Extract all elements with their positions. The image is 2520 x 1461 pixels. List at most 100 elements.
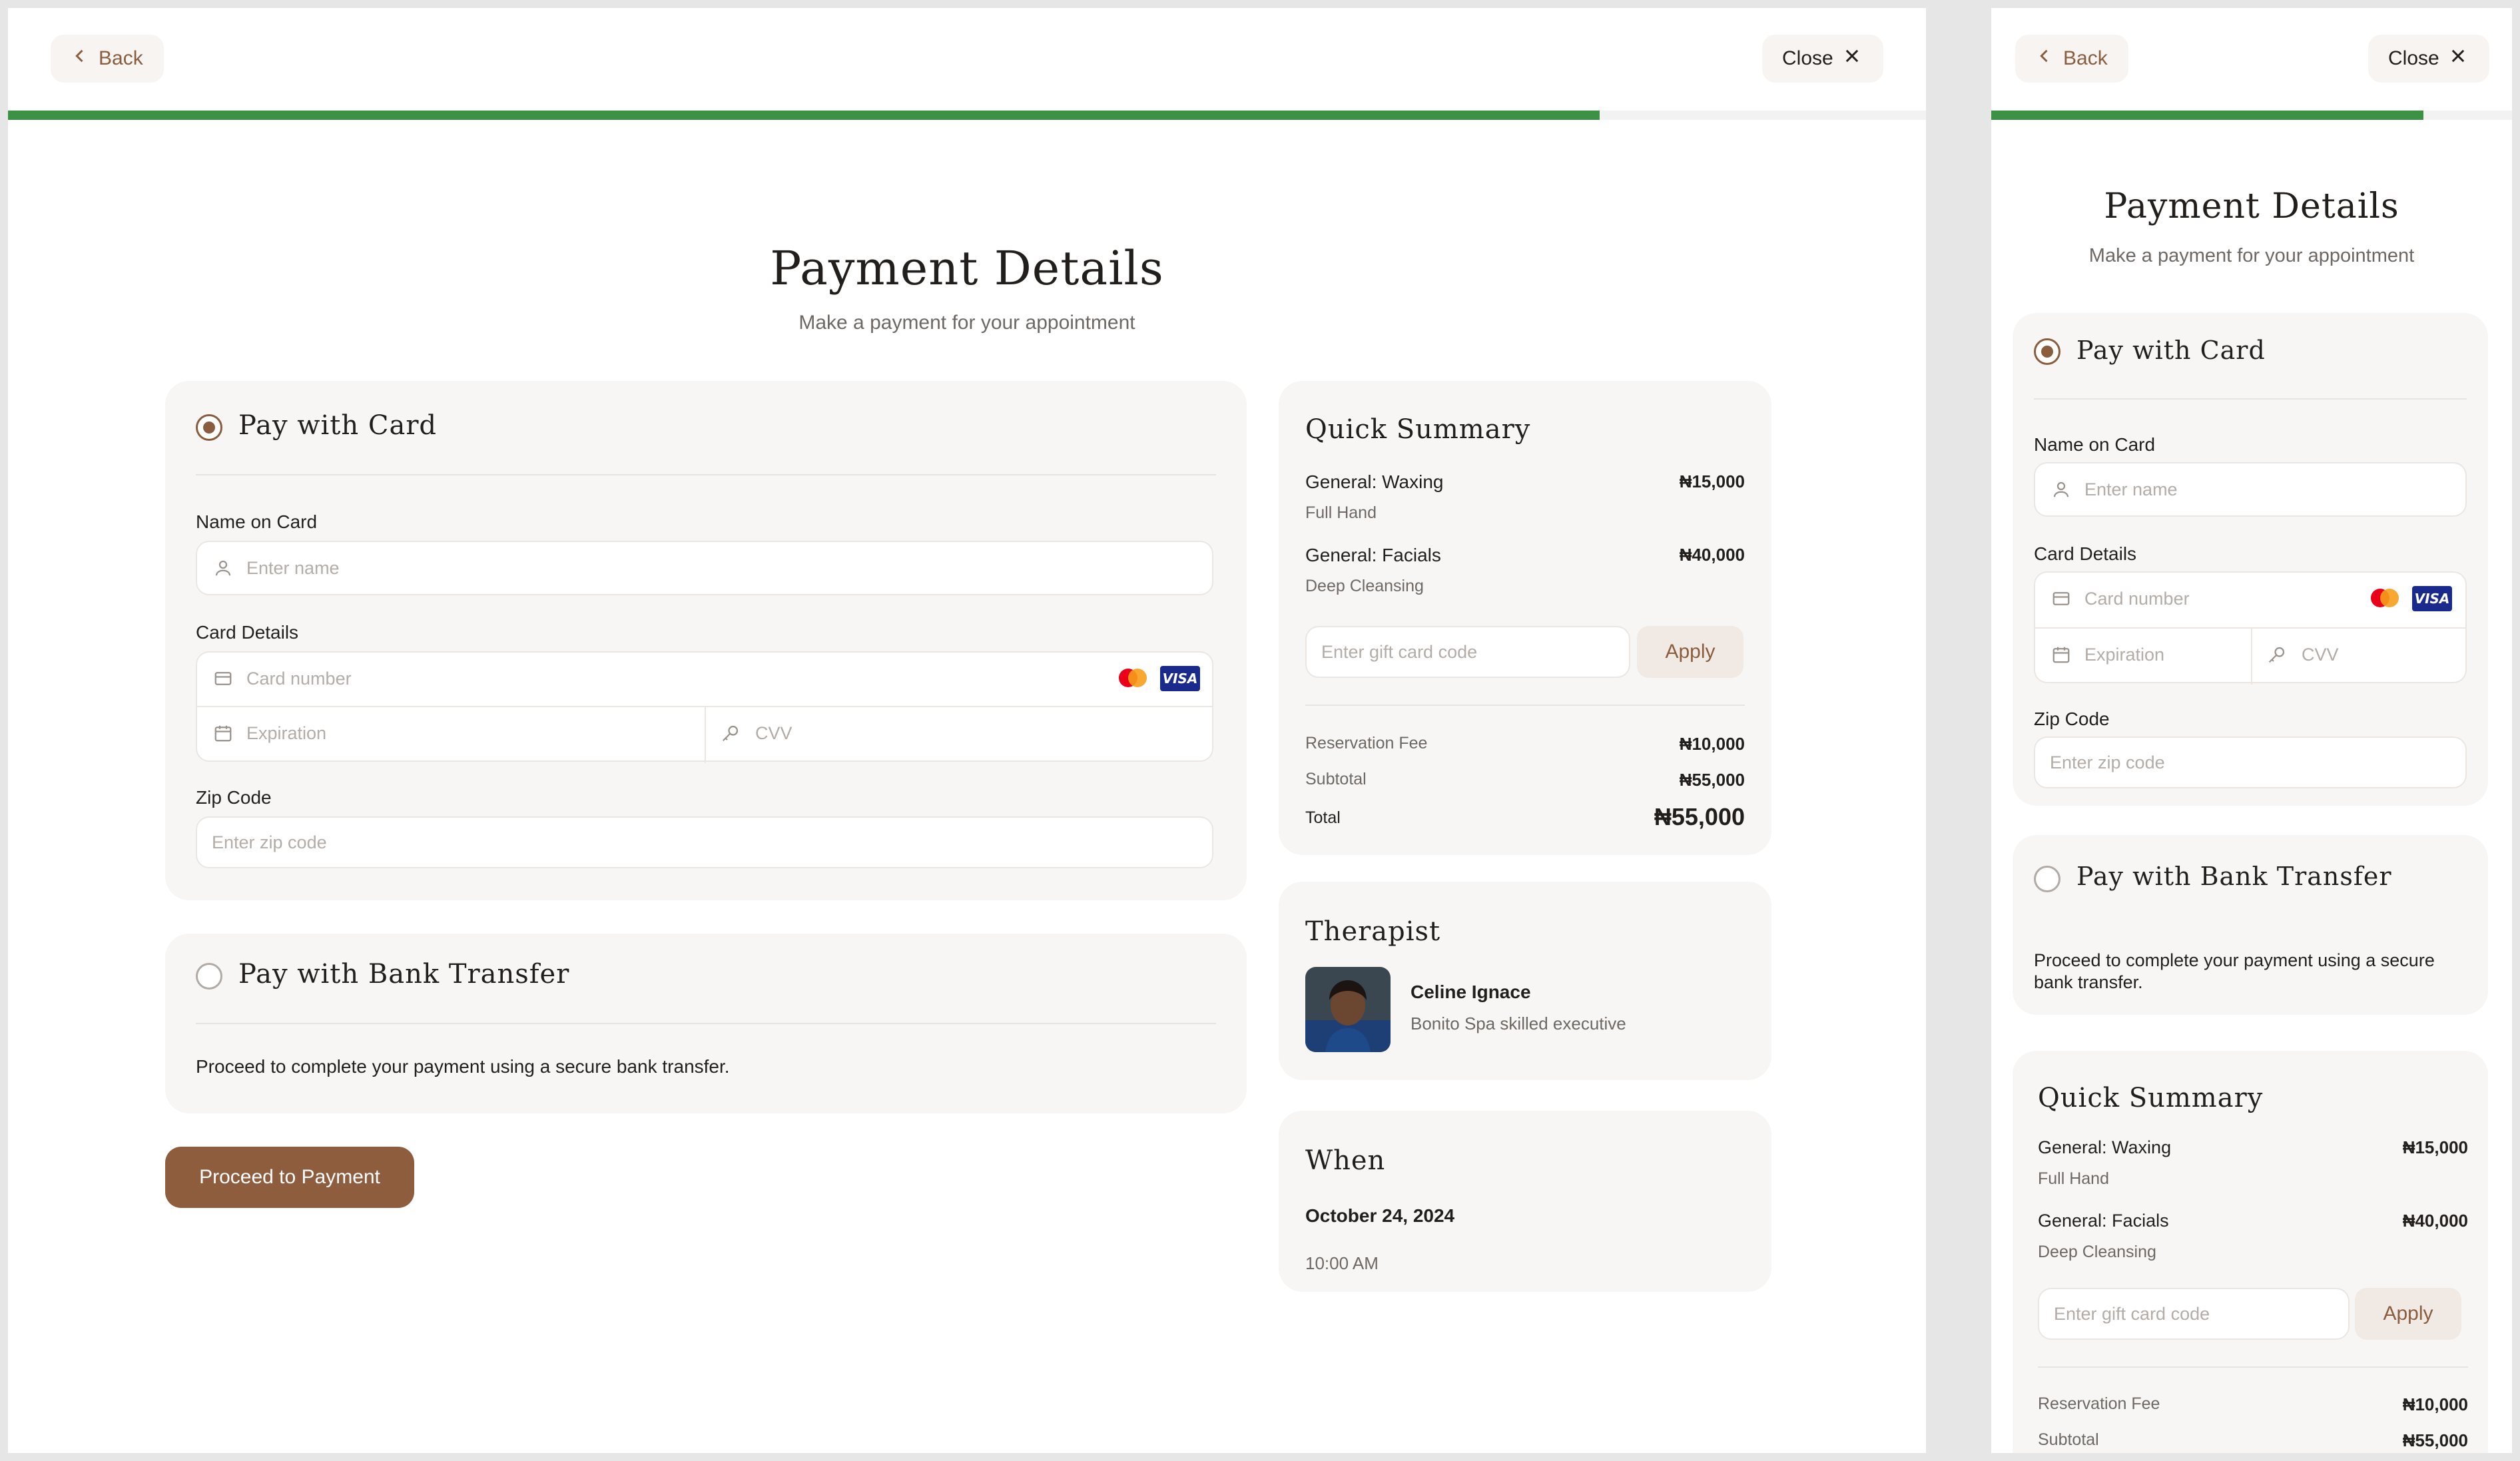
name-on-card-label: Name on Card <box>196 511 318 532</box>
avatar <box>1305 967 1391 1052</box>
close-button[interactable]: Close <box>1762 35 1883 83</box>
summary-title: Quick Summary <box>1305 414 1531 445</box>
summary-item-detail: Deep Cleansing <box>1305 577 1424 595</box>
page-subtitle: Make a payment for your appointment <box>2088 245 2415 266</box>
summary-item-price: ₦15,000 <box>1679 471 1745 491</box>
user-icon <box>2051 479 2071 499</box>
subtotal-value: ₦55,000 <box>1679 770 1745 790</box>
subtotal-value: ₦55,000 <box>2402 1430 2468 1450</box>
summary-item-detail: Full Hand <box>1305 503 1377 522</box>
close-label: Close <box>2388 47 2439 69</box>
reservation-fee-value: ₦10,000 <box>2402 1394 2468 1414</box>
zip-placeholder: Enter zip code <box>2050 752 2165 772</box>
divider <box>2038 1366 2468 1368</box>
divider <box>1305 705 1745 706</box>
summary-item-name: General: Facials <box>2038 1211 2169 1231</box>
zip-code-input[interactable]: Enter zip code <box>196 816 1213 868</box>
card-payment-radio[interactable] <box>196 414 222 441</box>
zip-code-label: Zip Code <box>196 787 272 808</box>
therapist-title: Therapist <box>1305 916 1441 947</box>
card-details-label: Card Details <box>196 622 299 643</box>
subtotal-label: Subtotal <box>1305 770 1367 788</box>
proceed-to-payment-button[interactable]: Proceed to Payment <box>165 1147 414 1208</box>
user-icon <box>213 558 233 578</box>
summary-item-name: General: Waxing <box>2038 1137 2172 1157</box>
back-label: Back <box>2063 47 2108 69</box>
credit-card-icon <box>213 669 233 689</box>
total-value: ₦55,000 <box>1654 803 1745 830</box>
summary-item-price: ₦15,000 <box>2402 1137 2468 1157</box>
back-button[interactable]: Back <box>2015 35 2128 83</box>
card-payment-panel: Pay with Card Name on Card Enter name Ca… <box>2013 313 2488 806</box>
therapist-name: Celine Ignace <box>1411 982 1531 1002</box>
desktop-view: Back Close Payment Details Make a paymen… <box>8 8 1926 1453</box>
bank-transfer-description: Proceed to complete your payment using a… <box>2034 950 2435 992</box>
credit-card-icon <box>2051 589 2071 609</box>
bank-transfer-radio[interactable] <box>196 963 222 990</box>
divider <box>196 474 1216 475</box>
when-panel: When October 24, 2024 10:00 AM <box>1279 1111 1771 1292</box>
card-number-input[interactable]: Card number <box>246 669 352 689</box>
close-button[interactable]: Close <box>2368 35 2489 83</box>
progress-fill <box>1991 111 2424 120</box>
card-details-group: Card number VISA Expiration CVV <box>2034 571 2467 685</box>
cvv-input[interactable]: CVV <box>755 723 792 744</box>
progress-bar <box>1991 111 2512 120</box>
name-placeholder: Enter name <box>246 558 340 578</box>
page-subtitle: Make a payment for your appointment <box>798 312 1135 334</box>
gift-card-placeholder: Enter gift card code <box>1321 642 1478 662</box>
zip-code-input[interactable]: Enter zip code <box>2034 736 2467 788</box>
key-icon <box>2267 645 2287 665</box>
apply-button[interactable]: Apply <box>1637 626 1743 678</box>
top-bar: Back Close <box>8 8 1926 108</box>
reservation-fee-label: Reservation Fee <box>1305 734 1428 752</box>
summary-item-detail: Deep Cleansing <box>2038 1243 2156 1261</box>
visa-icon: VISA <box>1160 666 1200 691</box>
chevron-left-icon <box>2035 47 2054 71</box>
cvv-input[interactable]: CVV <box>2302 645 2339 665</box>
card-details-label: Card Details <box>2034 543 2137 564</box>
gift-card-input[interactable]: Enter gift card code <box>2038 1288 2350 1340</box>
quick-summary-panel: Quick Summary General: Waxing ₦15,000 Fu… <box>2013 1051 2488 1453</box>
zip-code-label: Zip Code <box>2034 709 2110 729</box>
mastercard-icon <box>1119 669 1147 687</box>
bank-transfer-title: Pay with Bank Transfer <box>2076 862 2392 891</box>
apply-button[interactable]: Apply <box>2355 1288 2461 1340</box>
summary-item-detail: Full Hand <box>2038 1169 2109 1188</box>
bank-transfer-panel: Pay with Bank Transfer Proceed to comple… <box>165 934 1247 1113</box>
divider <box>196 1023 1216 1024</box>
close-icon <box>1843 47 1861 71</box>
expiration-input[interactable]: Expiration <box>2084 645 2164 665</box>
appointment-date: October 24, 2024 <box>1305 1205 1455 1226</box>
top-bar: Back Close <box>1991 8 2512 108</box>
mastercard-icon <box>2371 589 2399 607</box>
progress-fill <box>8 111 1600 120</box>
summary-item-name: General: Facials <box>1305 545 1441 565</box>
back-button[interactable]: Back <box>51 35 164 83</box>
name-on-card-input[interactable]: Enter name <box>196 541 1213 595</box>
divider <box>2251 629 2252 685</box>
divider <box>2034 398 2467 400</box>
expiration-input[interactable]: Expiration <box>246 723 326 744</box>
card-payment-title: Pay with Card <box>238 410 438 441</box>
mobile-view: Back Close Payment Details Make a paymen… <box>1991 8 2512 1453</box>
name-placeholder: Enter name <box>2084 479 2178 499</box>
name-on-card-input[interactable]: Enter name <box>2034 462 2467 517</box>
summary-item-price: ₦40,000 <box>2402 1211 2468 1231</box>
appointment-time: 10:00 AM <box>1305 1253 1379 1273</box>
gift-card-input[interactable]: Enter gift card code <box>1305 626 1630 678</box>
calendar-icon <box>213 723 233 743</box>
card-payment-title: Pay with Card <box>2076 336 2266 365</box>
divider <box>2035 627 2465 629</box>
bank-transfer-panel: Pay with Bank Transfer Proceed to comple… <box>2013 835 2488 1015</box>
card-number-input[interactable]: Card number <box>2084 589 2190 609</box>
bank-transfer-radio[interactable] <box>2034 866 2060 892</box>
back-label: Back <box>99 47 143 69</box>
gift-card-placeholder: Enter gift card code <box>2054 1304 2210 1324</box>
close-icon <box>2449 47 2467 71</box>
therapist-role: Bonito Spa skilled executive <box>1411 1014 1626 1033</box>
card-payment-radio[interactable] <box>2034 338 2060 365</box>
key-icon <box>721 723 741 743</box>
progress-bar <box>8 111 1926 120</box>
when-title: When <box>1305 1145 1386 1176</box>
